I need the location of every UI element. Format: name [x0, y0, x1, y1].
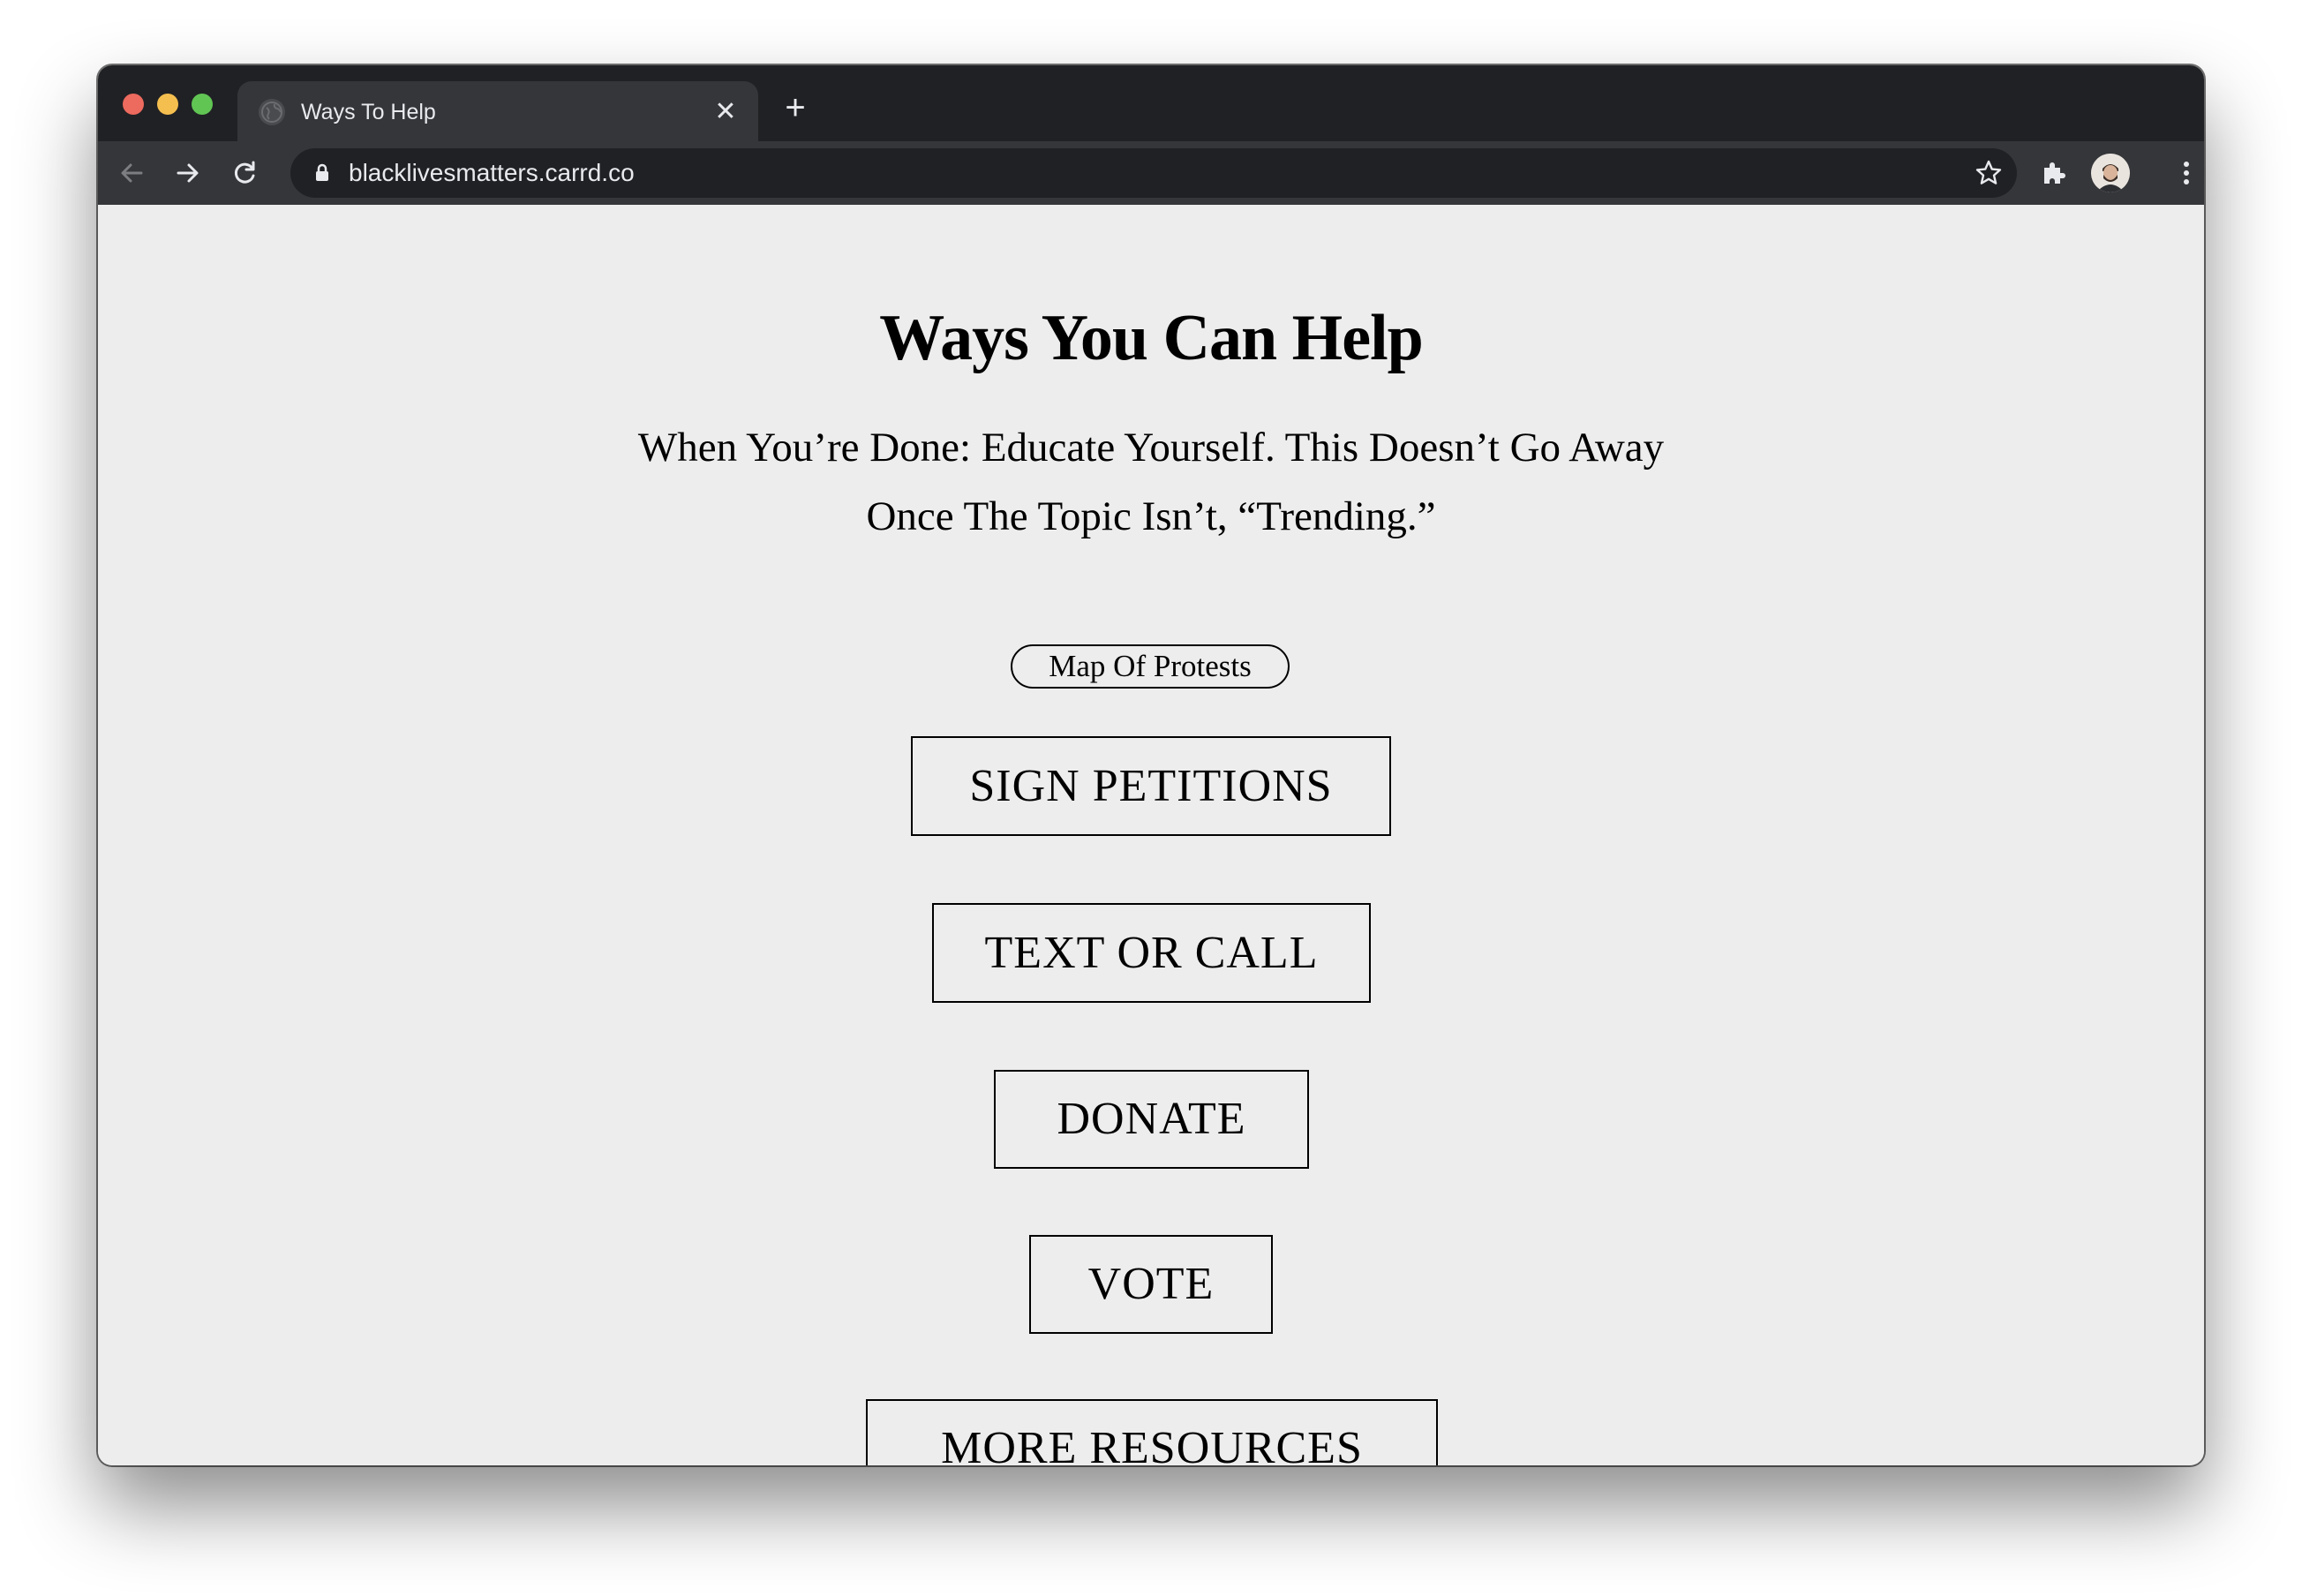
minimize-window-button[interactable]: [157, 94, 178, 115]
zoom-window-button[interactable]: [192, 94, 213, 115]
forward-icon[interactable]: [170, 155, 206, 191]
vote-button[interactable]: VOTE: [1029, 1235, 1273, 1334]
sign-petitions-button[interactable]: SIGN PETITIONS: [911, 736, 1391, 836]
avatar[interactable]: [2091, 154, 2130, 192]
tab-ways-to-help[interactable]: Ways To Help ✕: [237, 81, 758, 141]
reload-icon[interactable]: [227, 155, 262, 191]
address-bar[interactable]: blacklivesmatters.carrd.co: [290, 148, 2017, 198]
tab-title: Ways To Help: [301, 100, 436, 124]
close-tab-icon[interactable]: ✕: [712, 99, 739, 125]
map-of-protests-link[interactable]: Map Of Protests: [1011, 644, 1290, 689]
page-content: Ways You Can Help When You’re Done: Educ…: [98, 205, 2204, 1465]
globe-icon: [259, 99, 285, 125]
extensions-icon[interactable]: [2036, 155, 2072, 191]
donate-button[interactable]: DONATE: [994, 1070, 1309, 1169]
star-icon[interactable]: [1973, 157, 2005, 189]
lock-icon[interactable]: [310, 161, 335, 185]
close-window-button[interactable]: [123, 94, 144, 115]
page-title: Ways You Can Help: [879, 302, 1424, 374]
new-tab-button[interactable]: +: [778, 90, 813, 127]
browser-window: Ways To Help ✕ + blacklivesmatters.carrd…: [98, 65, 2204, 1465]
text-or-call-button[interactable]: TEXT OR CALL: [932, 903, 1371, 1003]
page-subtitle: When You’re Done: Educate Yourself. This…: [637, 425, 1665, 539]
toolbar: blacklivesmatters.carrd.co: [98, 141, 2204, 205]
more-resources-button[interactable]: MORE RESOURCES: [866, 1399, 1438, 1465]
back-icon[interactable]: [114, 155, 149, 191]
url-text[interactable]: blacklivesmatters.carrd.co: [349, 159, 635, 187]
more-icon[interactable]: [2169, 155, 2204, 191]
tab-strip: Ways To Help ✕ +: [98, 65, 2204, 141]
